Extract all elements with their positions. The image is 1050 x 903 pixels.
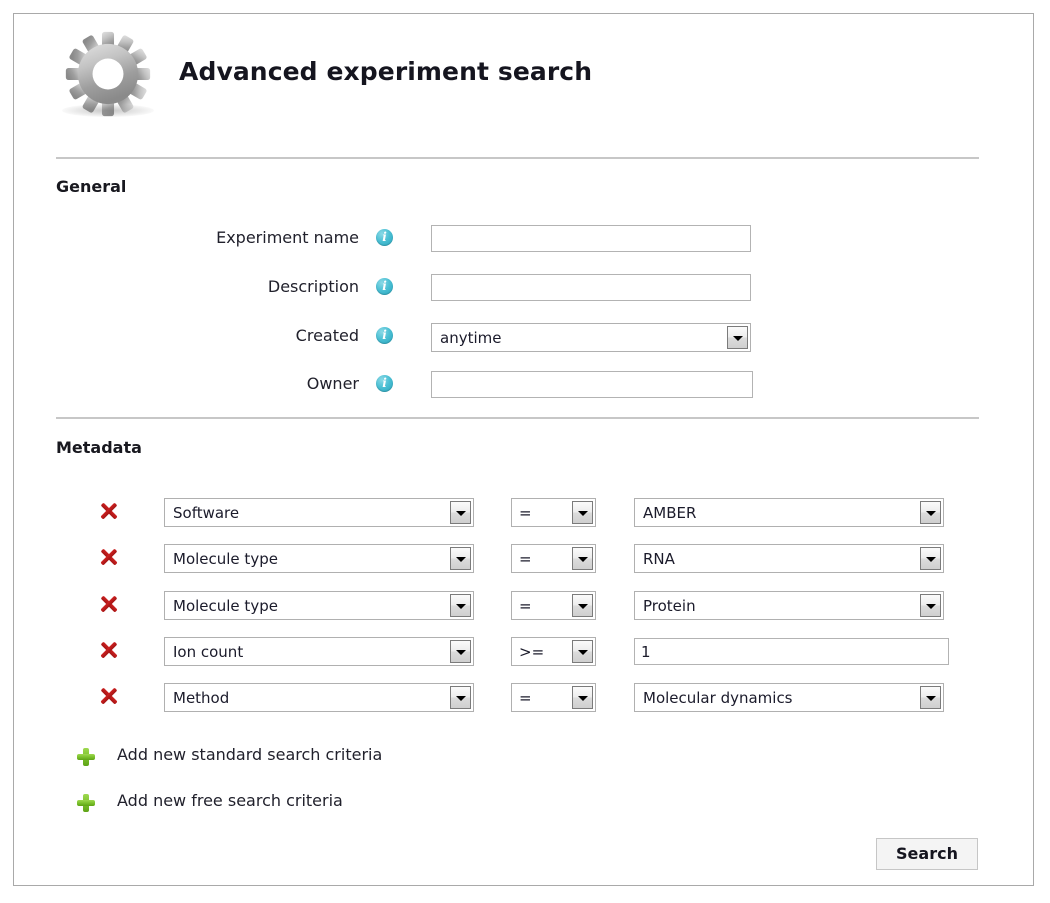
- label-description: Description: [267, 277, 359, 296]
- owner-input[interactable]: [431, 371, 753, 398]
- criteria-field-value: Method: [173, 688, 230, 707]
- info-icon[interactable]: [376, 229, 393, 246]
- criteria-operator-value: =: [519, 596, 532, 615]
- chevron-down-icon[interactable]: [727, 326, 748, 349]
- delete-icon[interactable]: [98, 685, 120, 707]
- criteria-value-select[interactable]: RNA: [634, 544, 944, 573]
- search-button[interactable]: Search: [876, 838, 978, 870]
- delete-icon[interactable]: [98, 593, 120, 615]
- criteria-value-input[interactable]: [634, 638, 949, 665]
- criteria-field-select[interactable]: Ion count: [164, 637, 474, 666]
- panel-header: Advanced experiment search: [14, 14, 1033, 144]
- add-standard-criteria-label: Add new standard search criteria: [117, 745, 383, 764]
- criteria-field-select[interactable]: Molecule type: [164, 544, 474, 573]
- chevron-down-icon[interactable]: [920, 594, 941, 617]
- label-owner: Owner: [306, 374, 359, 393]
- criteria-field-value: Software: [173, 503, 240, 522]
- chevron-down-icon[interactable]: [450, 594, 471, 617]
- criteria-field-select[interactable]: Method: [164, 683, 474, 712]
- section-heading-general: General: [56, 177, 127, 196]
- criteria-field-value: Ion count: [173, 642, 244, 661]
- plus-icon: [76, 747, 95, 766]
- created-select[interactable]: anytime: [431, 323, 751, 352]
- criteria-value-select[interactable]: Protein: [634, 591, 944, 620]
- chevron-down-icon[interactable]: [450, 640, 471, 663]
- criteria-operator-value: =: [519, 503, 532, 522]
- criteria-operator-value: >=: [519, 642, 545, 661]
- chevron-down-icon[interactable]: [572, 594, 593, 617]
- description-input[interactable]: [431, 274, 751, 301]
- created-select-value: anytime: [440, 328, 502, 347]
- chevron-down-icon[interactable]: [920, 686, 941, 709]
- label-created: Created: [295, 326, 359, 345]
- criteria-value-select[interactable]: Molecular dynamics: [634, 683, 944, 712]
- criteria-operator-select[interactable]: >=: [511, 637, 596, 666]
- delete-icon[interactable]: [98, 639, 120, 661]
- criteria-value-value: Protein: [643, 596, 696, 615]
- chevron-down-icon[interactable]: [572, 547, 593, 570]
- delete-icon[interactable]: [98, 546, 120, 568]
- page-title: Advanced experiment search: [179, 57, 593, 86]
- chevron-down-icon[interactable]: [450, 686, 471, 709]
- add-free-criteria-label: Add new free search criteria: [117, 791, 343, 810]
- criteria-field-select[interactable]: Molecule type: [164, 591, 474, 620]
- criteria-operator-select[interactable]: =: [511, 591, 596, 620]
- criteria-field-select[interactable]: Software: [164, 498, 474, 527]
- criteria-value-value: AMBER: [643, 503, 697, 522]
- chevron-down-icon[interactable]: [572, 686, 593, 709]
- info-icon[interactable]: [376, 278, 393, 295]
- criteria-value-value: Molecular dynamics: [643, 688, 793, 707]
- criteria-operator-select[interactable]: =: [511, 498, 596, 527]
- delete-icon[interactable]: [98, 500, 120, 522]
- info-icon[interactable]: [376, 375, 393, 392]
- criteria-operator-select[interactable]: =: [511, 544, 596, 573]
- plus-icon: [76, 793, 95, 812]
- info-icon[interactable]: [376, 327, 393, 344]
- experiment-name-input[interactable]: [431, 225, 751, 252]
- criteria-field-value: Molecule type: [173, 596, 278, 615]
- criteria-field-value: Molecule type: [173, 549, 278, 568]
- criteria-value-select[interactable]: AMBER: [634, 498, 944, 527]
- criteria-value-value: RNA: [643, 549, 675, 568]
- section-heading-metadata: Metadata: [56, 438, 142, 457]
- gear-icon-shadow: [62, 104, 154, 117]
- label-experiment-name: Experiment name: [216, 228, 359, 247]
- section-divider-general: [56, 157, 979, 159]
- chevron-down-icon[interactable]: [920, 501, 941, 524]
- section-divider-metadata: [56, 417, 979, 419]
- criteria-operator-value: =: [519, 549, 532, 568]
- chevron-down-icon[interactable]: [450, 547, 471, 570]
- chevron-down-icon[interactable]: [920, 547, 941, 570]
- chevron-down-icon[interactable]: [450, 501, 471, 524]
- criteria-operator-value: =: [519, 688, 532, 707]
- advanced-search-panel: Advanced experiment search General Exper…: [13, 13, 1034, 886]
- chevron-down-icon[interactable]: [572, 640, 593, 663]
- chevron-down-icon[interactable]: [572, 501, 593, 524]
- criteria-operator-select[interactable]: =: [511, 683, 596, 712]
